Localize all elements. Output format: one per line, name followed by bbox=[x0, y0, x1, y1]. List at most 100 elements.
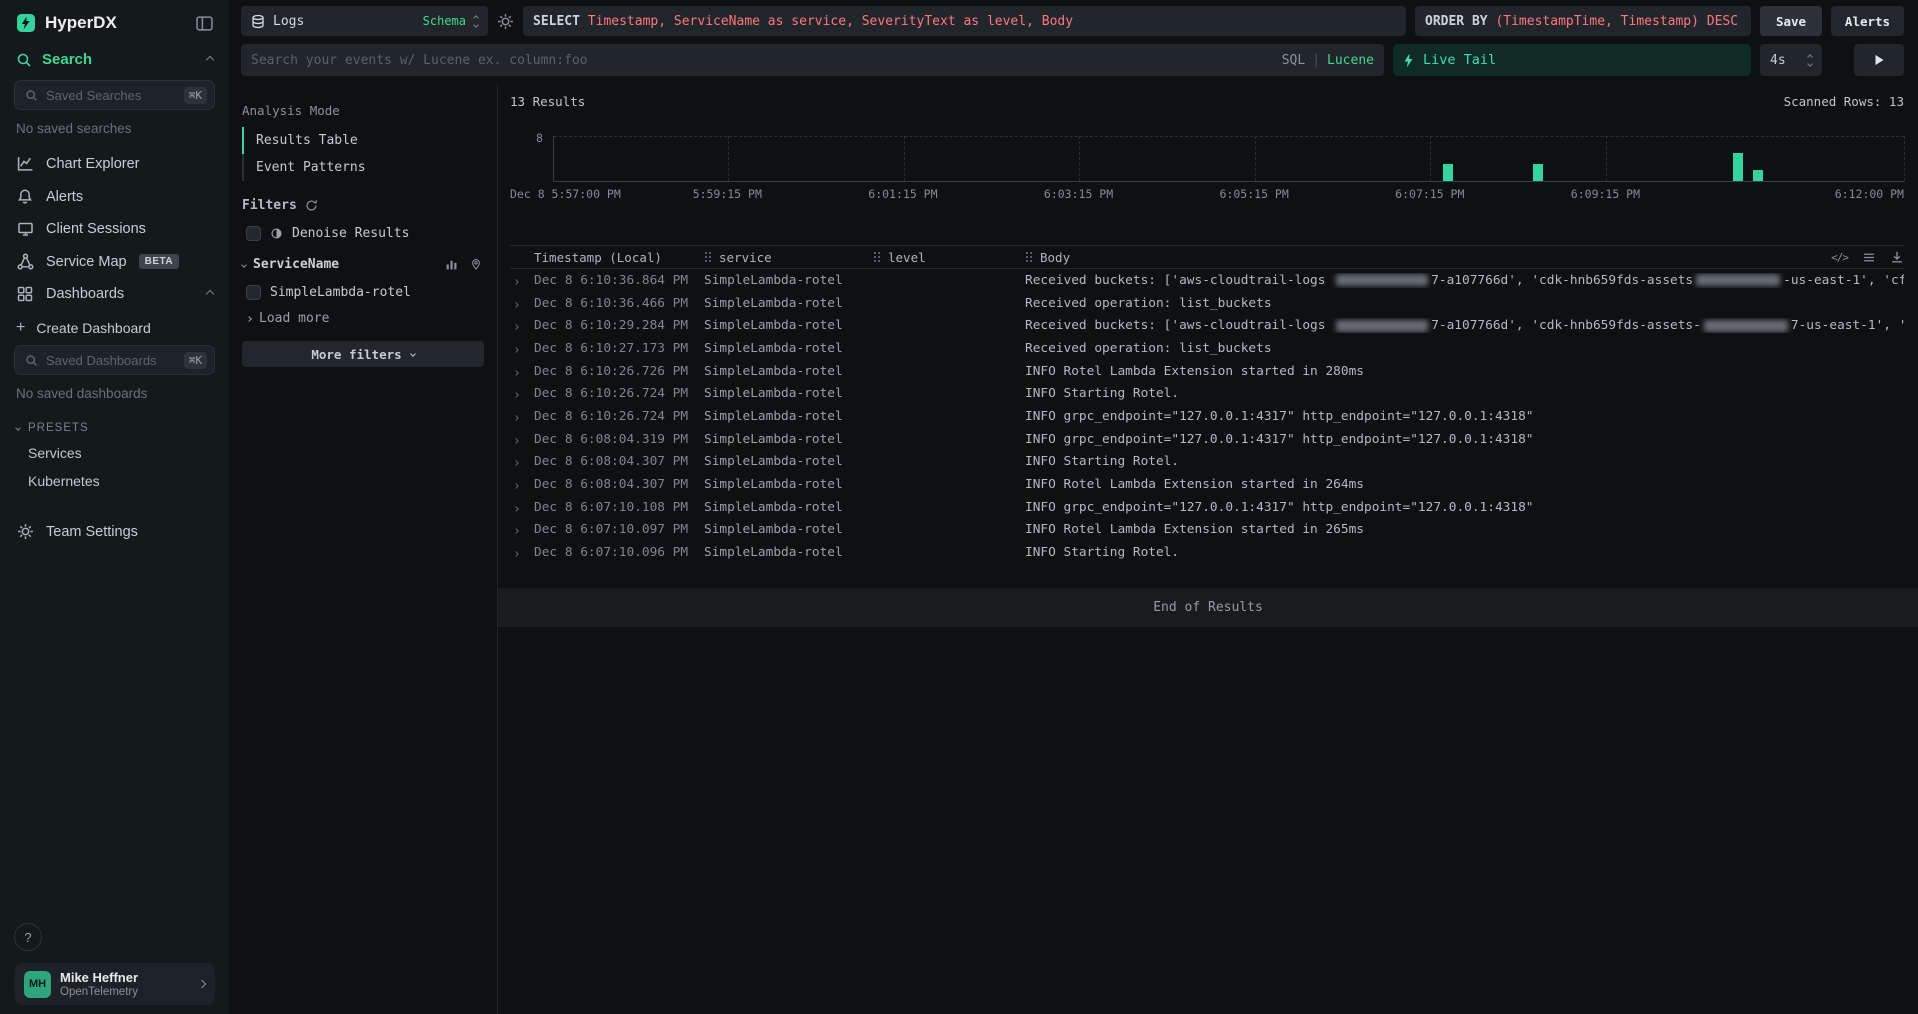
histogram-bar[interactable] bbox=[1533, 164, 1543, 181]
expand-row-icon[interactable] bbox=[513, 370, 519, 376]
sidebar-item-team-settings[interactable]: Team Settings bbox=[0, 515, 229, 548]
table-row[interactable]: Dec 8 6:07:10.096 PM SimpleLambda-rotel … bbox=[510, 541, 1904, 564]
saved-dashboards-input[interactable] bbox=[46, 353, 176, 368]
sidebar-item-alerts[interactable]: Alerts bbox=[0, 180, 229, 213]
table-row[interactable]: Dec 8 6:10:36.864 PM SimpleLambda-rotel … bbox=[510, 269, 1904, 292]
search-input[interactable] bbox=[251, 53, 1274, 68]
table-row[interactable]: Dec 8 6:10:26.724 PM SimpleLambda-rotel … bbox=[510, 405, 1904, 428]
table-row[interactable]: Dec 8 6:08:04.319 PM SimpleLambda-rotel … bbox=[510, 428, 1904, 451]
sidebar-item-chart-explorer[interactable]: Chart Explorer bbox=[0, 147, 229, 180]
mode-results-table[interactable]: Results Table bbox=[242, 127, 484, 154]
help-button[interactable]: ? bbox=[14, 923, 42, 951]
preset-item-services[interactable]: Services bbox=[0, 439, 229, 467]
chart-gridline bbox=[1904, 136, 1905, 181]
expand-row-icon[interactable] bbox=[513, 483, 519, 489]
expand-row-icon[interactable] bbox=[513, 347, 519, 353]
expand-row-icon[interactable] bbox=[513, 551, 519, 557]
source-label: Logs bbox=[273, 14, 304, 29]
monitor-icon bbox=[16, 221, 34, 237]
column-drag-handle-icon[interactable] bbox=[873, 251, 881, 263]
expand-row-icon[interactable] bbox=[513, 529, 519, 535]
beta-badge: BETA bbox=[139, 254, 179, 269]
expand-row-icon[interactable] bbox=[513, 461, 519, 467]
source-select[interactable]: Logs Schema bbox=[241, 6, 488, 36]
table-row[interactable]: Dec 8 6:08:04.307 PM SimpleLambda-rotel … bbox=[510, 451, 1904, 474]
events-histogram: 8 Dec 8 5:57:00 PM5:59:15 PM6:01:15 PM6:… bbox=[510, 136, 1904, 202]
chevron-up-icon[interactable] bbox=[206, 290, 214, 298]
chevron-up-icon[interactable] bbox=[206, 55, 214, 63]
column-drag-handle-icon[interactable] bbox=[704, 251, 712, 263]
histogram-bar[interactable] bbox=[1443, 164, 1453, 181]
row-service: SimpleLambda-rotel bbox=[704, 477, 873, 492]
column-header-timestamp[interactable]: Timestamp (Local) bbox=[534, 250, 704, 265]
lucene-toggle[interactable]: Lucene bbox=[1327, 53, 1374, 68]
saved-searches-input[interactable] bbox=[46, 88, 176, 103]
expand-row-icon[interactable] bbox=[513, 324, 519, 330]
live-tail-button[interactable]: Live Tail bbox=[1393, 44, 1751, 76]
download-icon[interactable] bbox=[1890, 250, 1904, 264]
saved-searches-empty-text: No saved searches bbox=[0, 116, 229, 147]
load-more-button[interactable]: Load more bbox=[242, 311, 484, 326]
column-header-body[interactable]: Body bbox=[1025, 250, 1904, 265]
filters-label: Filters bbox=[242, 198, 297, 213]
sidebar-item-client-sessions[interactable]: Client Sessions bbox=[0, 213, 229, 245]
expand-row-icon[interactable] bbox=[513, 279, 519, 285]
sidebar-item-service-map[interactable]: Service Map BETA bbox=[0, 245, 229, 278]
sql-toggle[interactable]: SQL bbox=[1282, 53, 1305, 68]
brand: HyperDX bbox=[16, 13, 117, 33]
row-density-icon[interactable] bbox=[1862, 251, 1876, 264]
refresh-interval-select[interactable]: 4s bbox=[1760, 44, 1822, 76]
create-dashboard-button[interactable]: + Create Dashboard bbox=[0, 310, 229, 343]
column-drag-handle-icon[interactable] bbox=[1025, 251, 1033, 263]
table-row[interactable]: Dec 8 6:07:10.097 PM SimpleLambda-rotel … bbox=[510, 519, 1904, 542]
chart-tick-label: 6:07:15 PM bbox=[1395, 187, 1464, 201]
denoise-checkbox[interactable] bbox=[246, 226, 261, 241]
more-filters-button[interactable]: More filters bbox=[242, 341, 484, 367]
mini-bar-chart-icon[interactable] bbox=[445, 258, 458, 271]
table-row[interactable]: Dec 8 6:10:29.284 PM SimpleLambda-rotel … bbox=[510, 314, 1904, 337]
save-button[interactable]: Save bbox=[1760, 6, 1822, 36]
histogram-bar[interactable] bbox=[1733, 153, 1743, 181]
expand-row-icon[interactable] bbox=[513, 392, 519, 398]
table-row[interactable]: Dec 8 6:08:04.307 PM SimpleLambda-rotel … bbox=[510, 473, 1904, 496]
table-row[interactable]: Dec 8 6:10:36.466 PM SimpleLambda-rotel … bbox=[510, 292, 1904, 315]
expand-row-icon[interactable] bbox=[513, 506, 519, 512]
column-header-service[interactable]: service bbox=[704, 250, 873, 265]
expand-row-icon[interactable] bbox=[513, 302, 519, 308]
order-by-editor[interactable]: ORDER BY (TimestampTime, Timestamp) DESC bbox=[1415, 6, 1751, 36]
select-clause-editor[interactable]: SELECT Timestamp, ServiceName as service… bbox=[523, 6, 1406, 36]
saved-searches-box[interactable]: ⌘K bbox=[14, 80, 215, 110]
refresh-icon[interactable] bbox=[305, 199, 318, 212]
run-query-button[interactable] bbox=[1854, 44, 1904, 76]
preset-item-kubernetes[interactable]: Kubernetes bbox=[0, 467, 229, 495]
stepper-chevrons-icon[interactable] bbox=[1808, 55, 1812, 66]
table-row[interactable]: Dec 8 6:07:10.108 PM SimpleLambda-rotel … bbox=[510, 496, 1904, 519]
alerts-button[interactable]: Alerts bbox=[1831, 6, 1904, 36]
histogram-bar[interactable] bbox=[1753, 170, 1763, 181]
column-header-level[interactable]: level bbox=[873, 250, 1025, 265]
facet-value-checkbox[interactable] bbox=[246, 285, 261, 300]
expand-row-icon[interactable] bbox=[513, 438, 519, 444]
collapse-sidebar-icon[interactable] bbox=[196, 16, 213, 31]
facet-value-row[interactable]: SimpleLambda-rotel bbox=[242, 285, 484, 300]
facet-servicename-header[interactable]: ServiceName bbox=[242, 257, 484, 272]
sidebar-section-search[interactable]: Search bbox=[0, 39, 229, 78]
table-row[interactable]: Dec 8 6:10:26.724 PM SimpleLambda-rotel … bbox=[510, 382, 1904, 405]
code-view-icon[interactable]: </> bbox=[1831, 251, 1848, 264]
schema-link[interactable]: Schema bbox=[423, 14, 466, 28]
mode-event-patterns[interactable]: Event Patterns bbox=[242, 154, 484, 181]
user-menu[interactable]: MH Mike Heffner OpenTelemetry bbox=[14, 963, 215, 1005]
expand-row-icon[interactable] bbox=[513, 415, 519, 421]
event-search-field[interactable]: SQL | Lucene bbox=[241, 44, 1384, 76]
table-row[interactable]: Dec 8 6:10:27.173 PM SimpleLambda-rotel … bbox=[510, 337, 1904, 360]
source-settings-gear-icon[interactable] bbox=[497, 13, 514, 30]
row-timestamp: Dec 8 6:10:36.466 PM bbox=[534, 296, 704, 311]
table-row[interactable]: Dec 8 6:10:26.726 PM SimpleLambda-rotel … bbox=[510, 360, 1904, 383]
row-timestamp: Dec 8 6:10:29.284 PM bbox=[534, 318, 704, 333]
denoise-results-option[interactable]: Denoise Results bbox=[242, 226, 484, 241]
pin-icon[interactable] bbox=[470, 258, 482, 271]
saved-dashboards-box[interactable]: ⌘K bbox=[14, 345, 215, 375]
sidebar-item-dashboards[interactable]: Dashboards bbox=[0, 278, 229, 310]
presets-section-header[interactable]: PRESETS bbox=[0, 412, 229, 439]
chart-tick-label: 6:01:15 PM bbox=[868, 187, 937, 201]
